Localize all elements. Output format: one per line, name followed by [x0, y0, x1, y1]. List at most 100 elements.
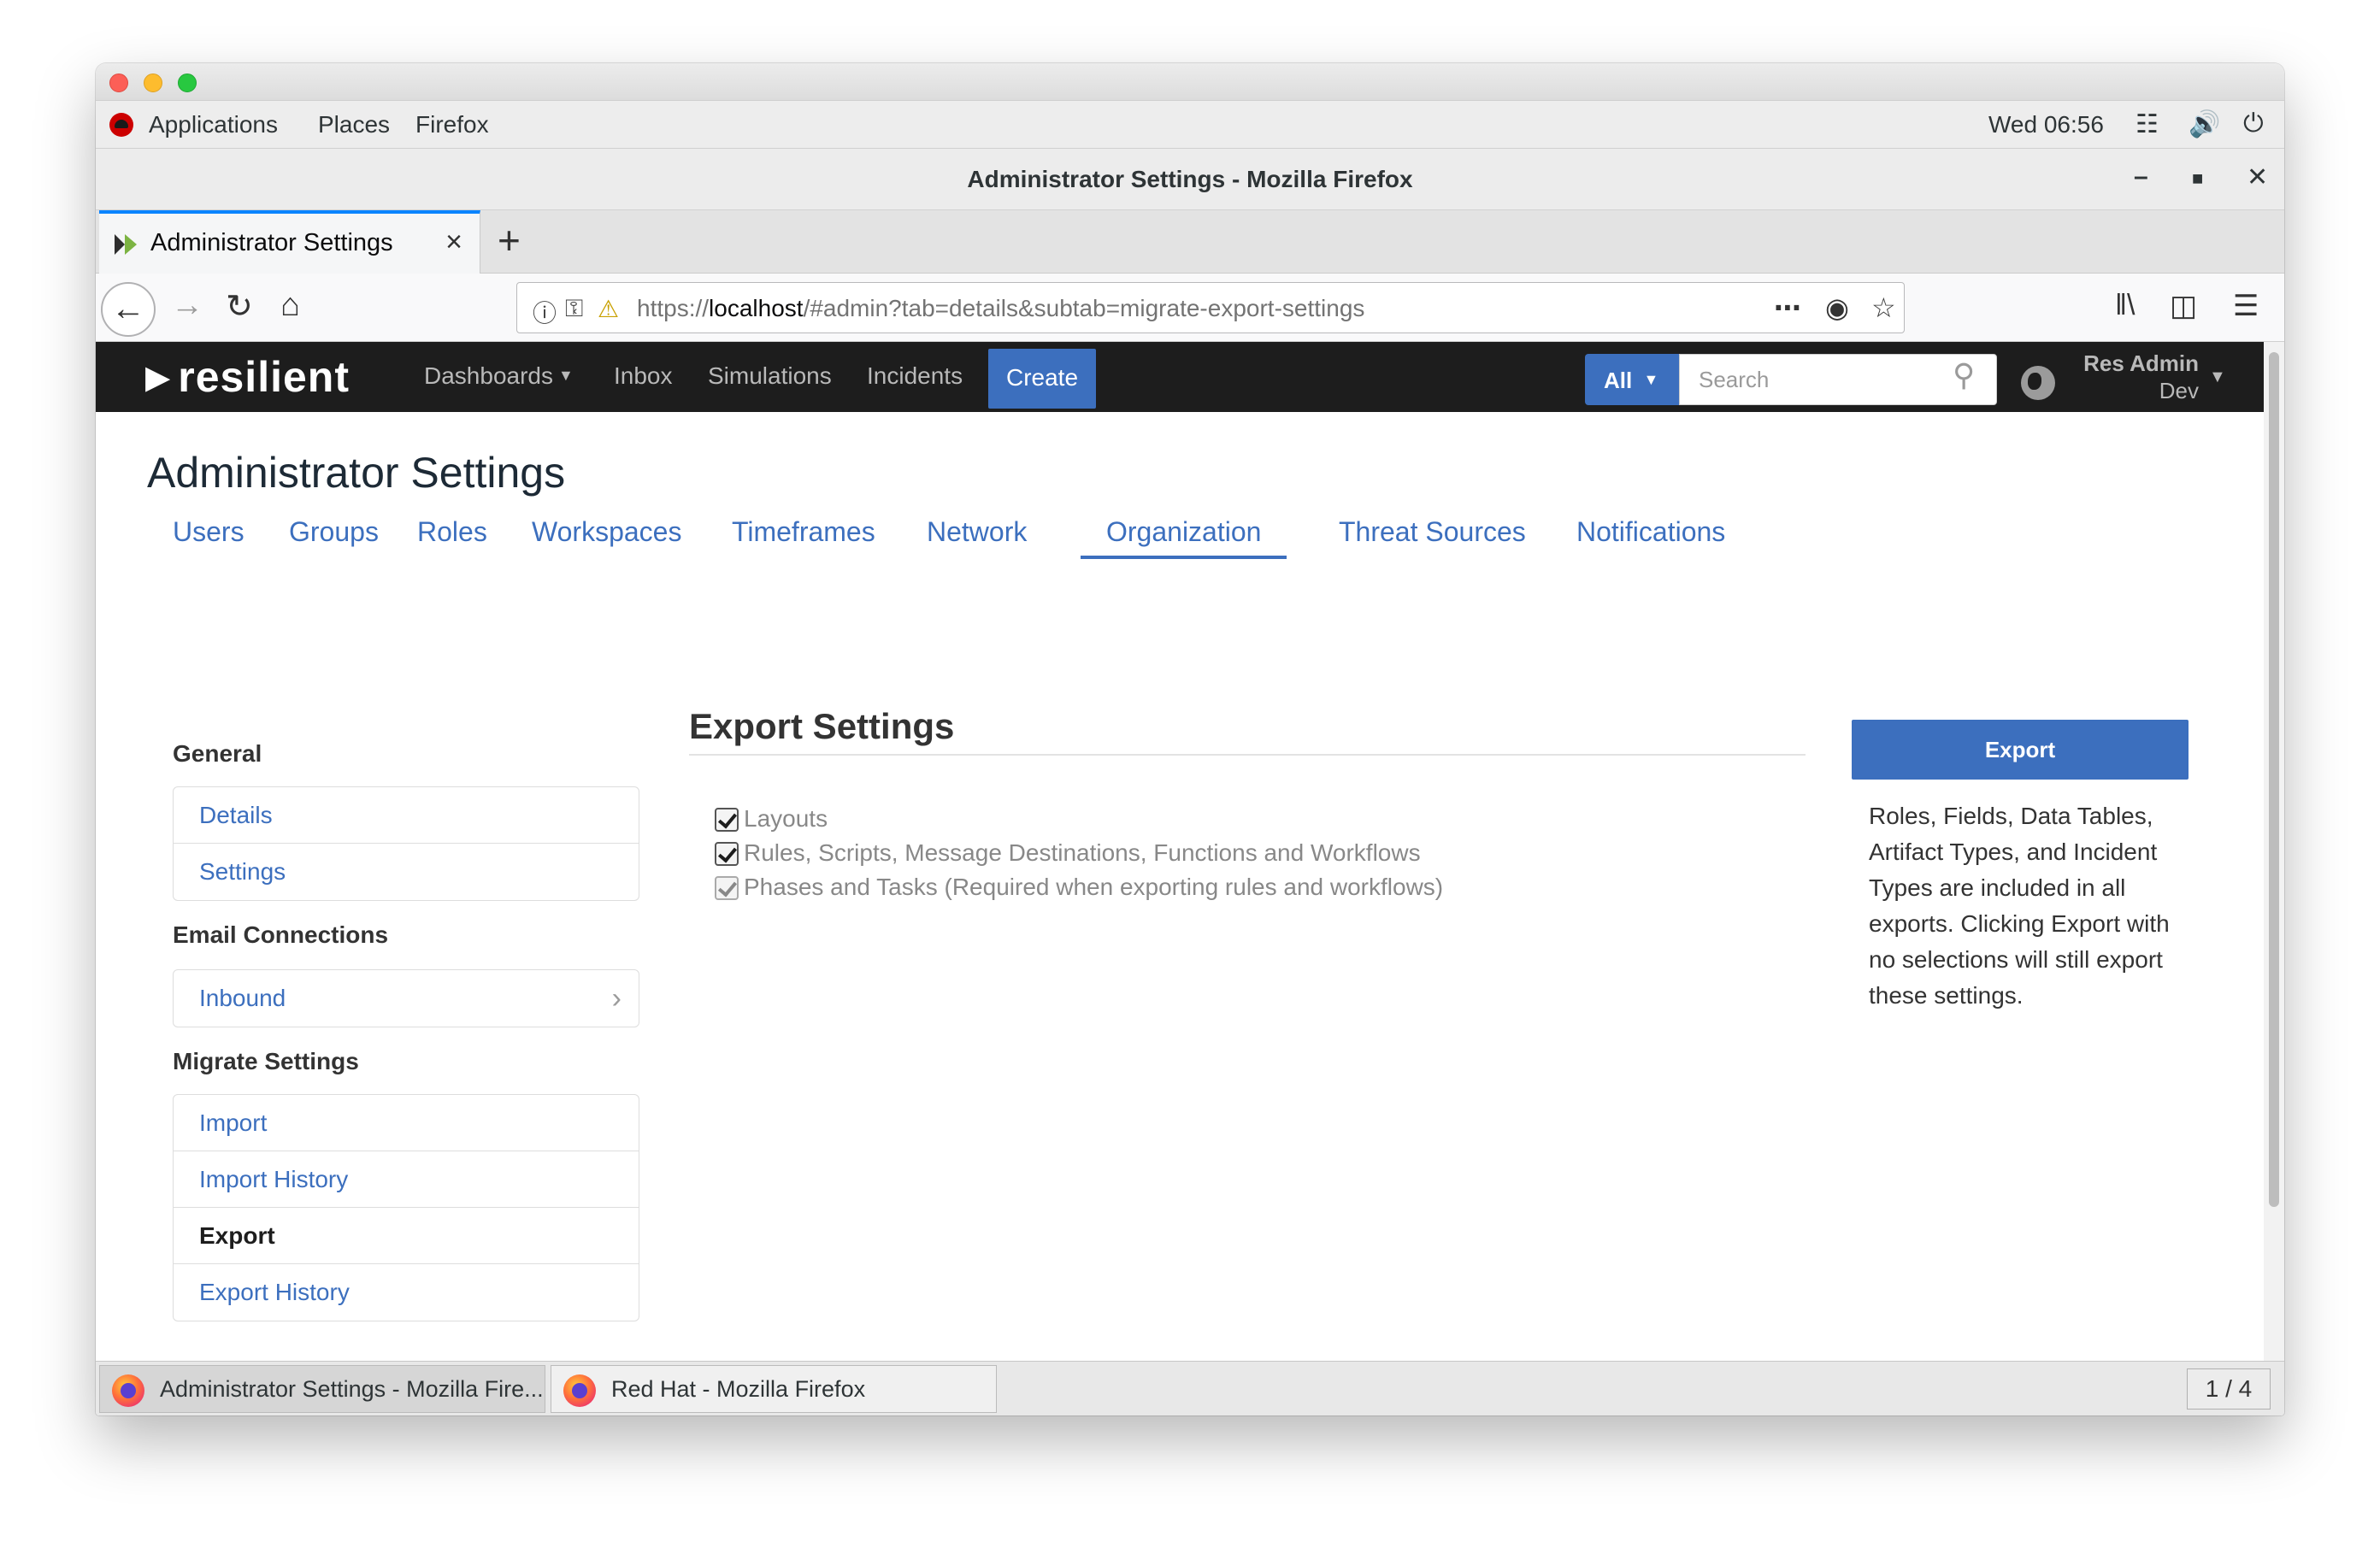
close-window-button[interactable]: [109, 74, 128, 92]
nav-inbox[interactable]: Inbox: [614, 362, 673, 390]
bookmark-star-icon[interactable]: ☆: [1871, 291, 1896, 324]
url-prefix: https://: [637, 295, 710, 321]
search-scope-label: All: [1604, 368, 1633, 393]
tab-timeframes[interactable]: Timeframes: [706, 504, 901, 559]
sidebar-item-details[interactable]: Details: [174, 787, 639, 844]
minimize-icon[interactable]: –: [2134, 162, 2148, 191]
globe-icon[interactable]: [2021, 366, 2055, 400]
tab-close-icon[interactable]: ×: [445, 226, 462, 259]
url-path: /#admin?tab=details&subtab=migrate-expor…: [803, 295, 1365, 321]
tab-bar: Administrator Settings × +: [96, 210, 2284, 274]
user-name[interactable]: Res Admin: [2083, 350, 2199, 377]
tab-roles[interactable]: Roles: [392, 504, 513, 559]
app-header: ▶ resilient Dashboards ▼ Inbox Simulations…: [96, 342, 2264, 412]
resilient-logo-icon: ▶: [145, 360, 172, 396]
tab-organization[interactable]: Organization: [1081, 504, 1287, 559]
search-scope-dropdown[interactable]: All ▼: [1585, 354, 1679, 405]
pocket-icon[interactable]: ◉: [1825, 291, 1849, 324]
nav-dashboards-label: Dashboards: [424, 362, 553, 389]
nav-simulations[interactable]: Simulations: [708, 362, 832, 390]
caret-down-icon: ▼: [557, 367, 574, 384]
task-label: Administrator Settings - Mozilla Fire...: [160, 1376, 544, 1402]
tab-network[interactable]: Network: [901, 504, 1052, 559]
insecure-lock-icon[interactable]: ⚠: [598, 295, 619, 323]
power-icon[interactable]: ⏻: [2243, 109, 2264, 138]
applications-menu[interactable]: Applications: [149, 111, 278, 138]
reload-icon[interactable]: ↻: [226, 287, 253, 326]
sidebar-item-settings[interactable]: Settings: [174, 844, 639, 900]
navigation-toolbar: ← → ↻ ⌂ ⓘ ⚿ ⚠ https://localhost/#admin?t…: [96, 274, 2284, 342]
option-label: Layouts: [744, 805, 828, 832]
browser-window: Applications Places Firefox Wed 06:56 ☷ …: [96, 63, 2284, 1415]
zoom-window-button[interactable]: [178, 74, 197, 92]
sidebar-item-export[interactable]: Export: [174, 1208, 639, 1264]
key-icon[interactable]: ⚿: [565, 295, 583, 323]
export-settings-title: Export Settings: [689, 706, 955, 746]
layouts-checkbox[interactable]: [715, 808, 739, 832]
rules-checkbox[interactable]: [715, 842, 739, 866]
page-title: Administrator Settings: [147, 449, 566, 497]
task-red-hat[interactable]: Red Hat - Mozilla Firefox: [551, 1365, 997, 1413]
url-bar[interactable]: ⓘ ⚿ ⚠ https://localhost/#admin?tab=detai…: [516, 282, 1905, 333]
export-button[interactable]: Export: [1852, 720, 2189, 780]
home-icon[interactable]: ⌂: [280, 287, 300, 324]
caret-down-icon: ▼: [1643, 371, 1659, 388]
option-label: Phases and Tasks (Required when exportin…: [744, 874, 1444, 900]
back-arrow-icon[interactable]: ←: [101, 282, 156, 337]
nav-incidents[interactable]: Incidents: [867, 362, 963, 390]
resilient-app: ▶ resilient Dashboards ▼ Inbox Simulations…: [96, 342, 2264, 1361]
url-text[interactable]: https://localhost/#admin?tab=details&sub…: [637, 295, 1364, 322]
user-caret-down-icon[interactable]: ▼: [2209, 368, 2226, 387]
sidebar-item-import-history[interactable]: Import History: [174, 1151, 639, 1208]
menu-icon[interactable]: ☰: [2233, 289, 2259, 323]
sidebar-item-export-history[interactable]: Export History: [174, 1264, 639, 1321]
clock[interactable]: Wed 06:56: [1988, 111, 2104, 138]
tab-notifications[interactable]: Notifications: [1551, 504, 1751, 559]
user-org[interactable]: Dev: [2159, 378, 2199, 404]
close-icon[interactable]: ✕: [2247, 162, 2268, 192]
scrollbar-thumb[interactable]: [2269, 352, 2279, 1207]
task-administrator-settings[interactable]: Administrator Settings - Mozilla Fire...: [99, 1365, 545, 1413]
maximize-icon[interactable]: ■: [2192, 168, 2203, 190]
minimize-window-button[interactable]: [144, 74, 162, 92]
browser-tab-active[interactable]: Administrator Settings ×: [99, 210, 480, 274]
mac-titlebar: [96, 63, 2284, 101]
firefox-menu[interactable]: Firefox: [415, 111, 489, 138]
nav-dashboards[interactable]: Dashboards ▼: [424, 362, 574, 390]
tab-groups[interactable]: Groups: [263, 504, 404, 559]
workspace-pager[interactable]: 1 / 4: [2187, 1368, 2271, 1410]
firefox-titlebar: Administrator Settings - Mozilla Firefox…: [96, 149, 2284, 210]
redhat-icon: [109, 113, 133, 137]
tab-workspaces[interactable]: Workspaces: [506, 504, 707, 559]
sidebar-item-inbound[interactable]: Inbound ›: [174, 970, 639, 1027]
tab-users[interactable]: Users: [147, 504, 270, 559]
window-title: Administrator Settings - Mozilla Firefox: [967, 166, 1413, 192]
new-tab-icon[interactable]: +: [498, 217, 521, 263]
page-actions-icon[interactable]: ⋯: [1774, 291, 1801, 324]
info-icon[interactable]: ⓘ: [533, 295, 557, 329]
volume-icon[interactable]: 🔊: [2189, 109, 2220, 139]
firefox-icon: [112, 1374, 144, 1407]
create-button[interactable]: Create: [988, 349, 1096, 409]
search-input[interactable]: [1679, 354, 1997, 405]
library-icon[interactable]: ‖\: [2115, 289, 2136, 322]
option-label: Rules, Scripts, Message Destinations, Fu…: [744, 839, 1421, 866]
option-rules-scripts[interactable]: Rules, Scripts, Message Destinations, Fu…: [715, 839, 1421, 867]
phases-checkbox: [715, 876, 739, 900]
sidebar-toggle-icon[interactable]: ◫: [2170, 289, 2197, 323]
option-layouts[interactable]: Layouts: [715, 805, 828, 833]
forward-arrow-icon[interactable]: →: [171, 287, 203, 324]
migrate-list: Import Import History Export Export Hist…: [173, 1094, 639, 1321]
sidebar-item-import[interactable]: Import: [174, 1095, 639, 1151]
migrate-settings-heading: Migrate Settings: [173, 1048, 359, 1074]
network-icon[interactable]: ☷: [2136, 109, 2159, 139]
places-menu[interactable]: Places: [318, 111, 390, 138]
search-icon[interactable]: ⚲: [1953, 357, 1975, 393]
resilient-favicon-icon: [115, 232, 138, 256]
tab-threat-sources[interactable]: Threat Sources: [1313, 504, 1552, 559]
sidebar-item-inbound-label: Inbound: [199, 985, 286, 1011]
resilient-logo[interactable]: ▶ resilient: [145, 352, 350, 402]
option-phases-tasks: Phases and Tasks (Required when exportin…: [715, 874, 1443, 901]
tab-title: Administrator Settings: [150, 229, 393, 256]
general-heading: General: [173, 740, 262, 767]
